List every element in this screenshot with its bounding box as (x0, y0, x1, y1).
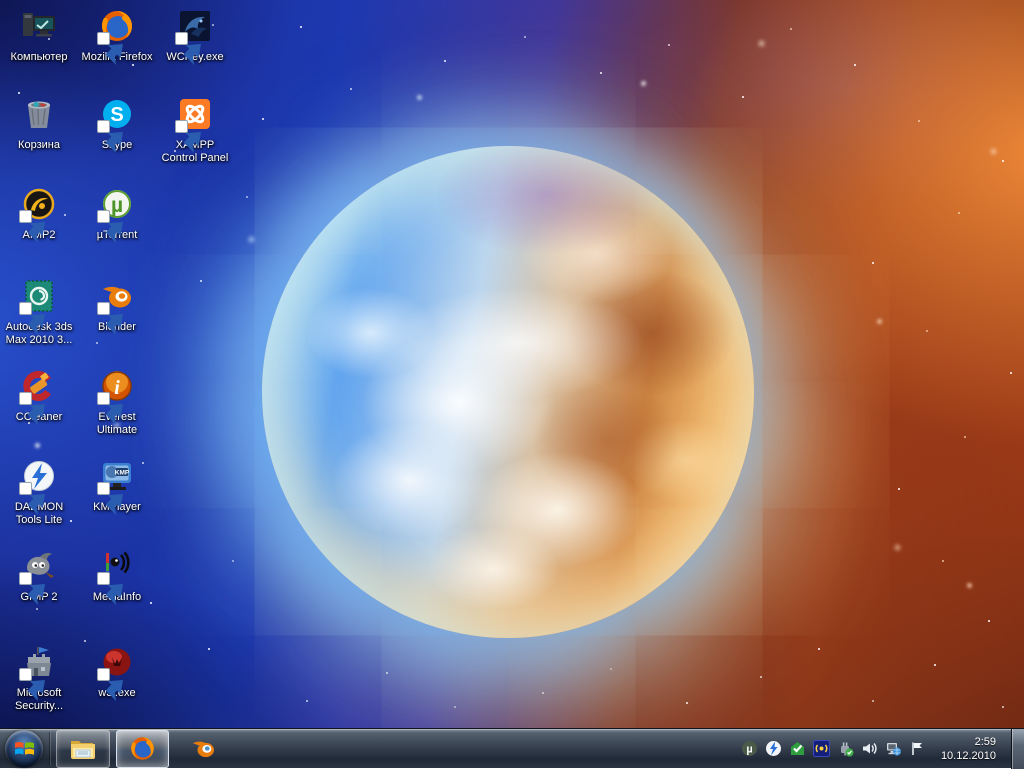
everest-ultimate-icon: i (99, 368, 135, 404)
action-center-flag-tray-icon[interactable] (909, 740, 926, 757)
shortcut-arrow-icon (97, 32, 110, 45)
shortcut-arrow-icon (97, 120, 110, 133)
desktop-icon-microsoft-security[interactable]: Microsoft Security... (1, 644, 77, 713)
planet-wallpaper (262, 146, 754, 638)
daemon-tools-tray-icon[interactable] (765, 740, 782, 757)
skype-icon: S (99, 96, 135, 132)
shortcut-arrow-icon (19, 482, 32, 495)
desktop-icon-recycle-bin[interactable]: Корзина (1, 96, 77, 152)
starfield-big (0, 0, 3, 3)
kmplayer-icon: KMP (99, 458, 135, 494)
desktop-icon-label: Корзина (1, 139, 77, 152)
desktop-icon-computer[interactable]: Компьютер (1, 8, 77, 64)
shortcut-arrow-icon (97, 392, 110, 405)
network-tray-icon[interactable] (885, 740, 902, 757)
desktop-icon-label: Компьютер (1, 51, 77, 64)
desktop-icon-mediainfo[interactable]: MediaInfo (79, 548, 155, 604)
blender-icon (99, 278, 135, 314)
w3l-icon (99, 644, 135, 680)
clock-time: 2:59 (941, 735, 996, 749)
taskbar-separator (49, 732, 50, 766)
taskbar: µ 2:59 10.12.2010 (0, 728, 1024, 768)
desktop-icon-everest[interactable]: i Everest Ultimate (79, 368, 155, 437)
windows-logo-icon (15, 740, 34, 757)
aimp2-icon (21, 186, 57, 222)
utorrent-tray-icon[interactable]: µ (741, 740, 758, 757)
xampp-icon (177, 96, 213, 132)
svg-text:µ: µ (746, 744, 752, 756)
shortcut-arrow-icon (97, 302, 110, 315)
desktop-icon-gimp[interactable]: GIMP 2 (1, 548, 77, 604)
shortcut-arrow-icon (97, 668, 110, 681)
desktop-icon-wckey[interactable]: WCKey.exe (157, 8, 233, 64)
daemon-tools-icon (21, 458, 57, 494)
firefox-icon (99, 8, 135, 44)
wckey-icon (177, 8, 213, 44)
desktop-icon-aimp2[interactable]: AIMP2 (1, 186, 77, 242)
desktop-icon-w3l[interactable]: w3l.exe (79, 644, 155, 700)
shortcut-arrow-icon (19, 392, 32, 405)
shortcut-arrow-icon (175, 120, 188, 133)
safely-remove-hardware-tray-icon[interactable] (837, 740, 854, 757)
volume-tray-icon[interactable] (861, 740, 878, 757)
desktop-icon-daemon-tools[interactable]: DAEMON Tools Lite (1, 458, 77, 527)
shortcut-arrow-icon (175, 32, 188, 45)
gimp-icon (21, 548, 57, 584)
computer-icon (21, 8, 57, 44)
explorer-folder-icon (69, 736, 97, 762)
taskbar-button-firefox[interactable] (116, 730, 169, 768)
wireless-signal-tray-icon[interactable] (813, 740, 830, 757)
clock-date: 10.12.2010 (941, 749, 996, 763)
security-essentials-tray-icon[interactable] (789, 740, 806, 757)
svg-text:KMP: KMP (115, 470, 130, 477)
taskbar-button-blender[interactable] (177, 730, 230, 768)
utorrent-icon: µ (99, 186, 135, 222)
taskbar-clock[interactable]: 2:59 10.12.2010 (941, 735, 996, 763)
desktop-icon-ccleaner[interactable]: CCleaner (1, 368, 77, 424)
firefox-icon (129, 735, 156, 762)
shortcut-arrow-icon (19, 572, 32, 585)
shortcut-arrow-icon (19, 210, 32, 223)
start-button[interactable] (5, 730, 43, 768)
show-desktop-button[interactable] (1011, 729, 1024, 769)
desktop-icon-utorrent[interactable]: µ µTorrent (79, 186, 155, 242)
ccleaner-icon (21, 368, 57, 404)
system-tray: µ 2:59 10.12.2010 (741, 729, 1024, 769)
desktop-icon-mozilla-firefox[interactable]: Mozilla Firefox (79, 8, 155, 64)
shortcut-arrow-icon (97, 572, 110, 585)
desktop-icon-kmplayer[interactable]: KMP KMPlayer (79, 458, 155, 514)
desktop-icon-skype[interactable]: S Skype (79, 96, 155, 152)
blender-icon (189, 735, 218, 762)
recycle-bin-full-icon (21, 96, 57, 132)
autodesk-3dsmax-icon (21, 278, 57, 314)
shortcut-arrow-icon (97, 482, 110, 495)
mediainfo-icon (99, 548, 135, 584)
shortcut-arrow-icon (97, 210, 110, 223)
desktop[interactable]: Компьютер Mozilla Firefox WCKey.exe Корз… (0, 0, 1024, 768)
microsoft-security-icon (21, 644, 57, 680)
shortcut-arrow-icon (19, 302, 32, 315)
taskbar-button-explorer[interactable] (56, 730, 110, 768)
desktop-icon-xampp[interactable]: XAMPP Control Panel (157, 96, 233, 165)
desktop-icon-blender[interactable]: Blender (79, 278, 155, 334)
desktop-icon-autodesk-3dsmax[interactable]: Autodesk 3ds Max 2010 3... (1, 278, 77, 347)
shortcut-arrow-icon (19, 668, 32, 681)
